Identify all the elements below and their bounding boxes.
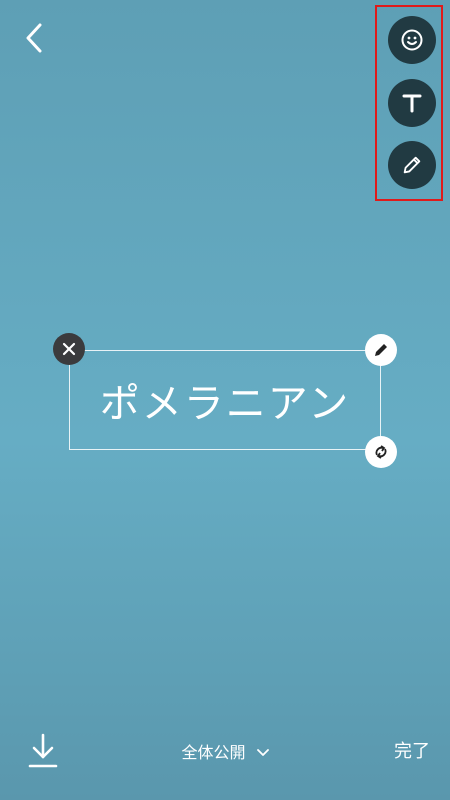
tool-panel bbox=[375, 5, 443, 201]
rotate-resize-handle[interactable] bbox=[365, 436, 397, 468]
privacy-selector[interactable]: 全体公開 bbox=[0, 739, 450, 763]
text-sticker-box[interactable]: ポメラニアン bbox=[69, 350, 381, 450]
chevron-down-icon bbox=[256, 742, 269, 761]
edit-text-button[interactable] bbox=[365, 334, 397, 366]
back-button[interactable] bbox=[16, 20, 52, 56]
text-t-icon bbox=[402, 94, 422, 113]
done-button[interactable]: 完了 bbox=[394, 737, 430, 763]
pencil-icon bbox=[403, 156, 421, 174]
smiley-icon bbox=[401, 29, 423, 51]
close-icon bbox=[62, 342, 76, 356]
pen-tool-button[interactable] bbox=[388, 141, 436, 189]
delete-text-button[interactable] bbox=[53, 333, 85, 365]
sticker-button[interactable] bbox=[388, 16, 436, 64]
chevron-left-icon bbox=[26, 23, 42, 53]
text-tool-button[interactable] bbox=[388, 79, 436, 127]
rotate-icon bbox=[375, 445, 387, 459]
sticker-text[interactable]: ポメラニアン bbox=[100, 371, 350, 429]
pencil-icon bbox=[375, 344, 387, 356]
privacy-label: 全体公開 bbox=[181, 743, 246, 762]
